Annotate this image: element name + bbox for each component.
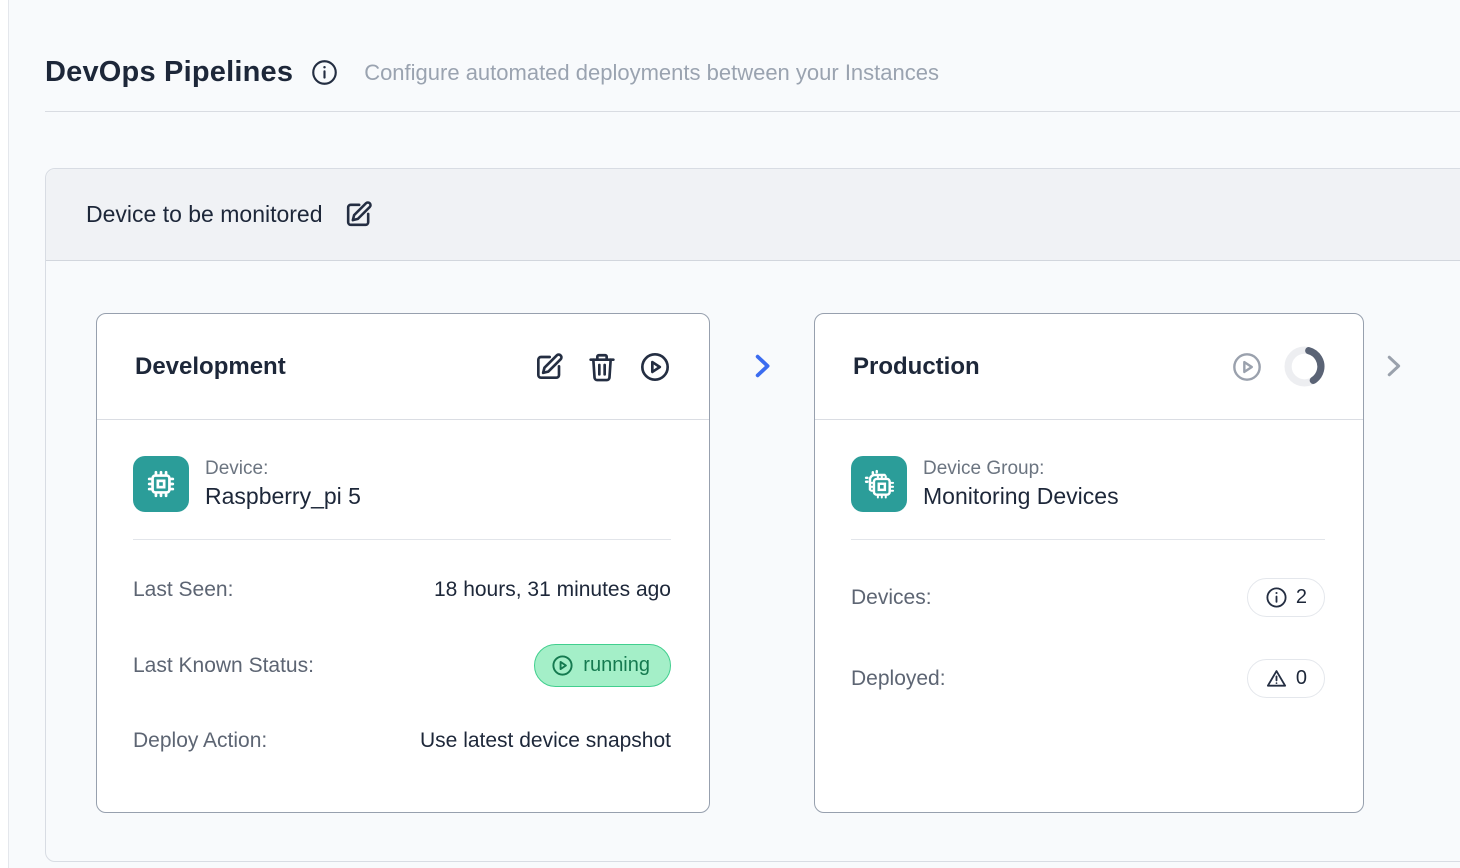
devices-count: 2 — [1296, 586, 1307, 609]
device-label: Device: — [205, 458, 361, 480]
status-label: Last Known Status: — [133, 654, 314, 678]
card-divider — [851, 539, 1325, 540]
play-circle-icon[interactable] — [639, 351, 671, 383]
development-card-body: Device: Raspberry_pi 5 Last Seen: 18 hou… — [97, 420, 709, 753]
warning-triangle-icon — [1265, 667, 1288, 690]
last-seen-row: Last Seen: 18 hours, 31 minutes ago — [133, 578, 671, 602]
pipeline-panel-body: Development — [46, 261, 1460, 813]
pipeline-panel: Device to be monitored Development — [45, 168, 1460, 862]
deploy-action-row: Deploy Action: Use latest device snapsho… — [133, 729, 671, 753]
info-circle-icon — [1265, 586, 1288, 609]
status-badge: running — [534, 644, 671, 687]
devices-label: Devices: — [851, 586, 932, 610]
devices-row: Devices: 2 — [851, 578, 1325, 617]
trash-icon[interactable] — [586, 351, 618, 383]
last-seen-label: Last Seen: — [133, 578, 233, 602]
device-group-info: Device Group: Monitoring Devices — [923, 458, 1119, 510]
edit-square-icon[interactable] — [343, 199, 374, 230]
chip-group-icon — [851, 456, 907, 512]
device-name: Raspberry_pi 5 — [205, 483, 361, 510]
panel-next-arrow[interactable] — [1378, 313, 1408, 419]
device-group-name: Monitoring Devices — [923, 483, 1119, 510]
page: DevOps Pipelines Configure automated dep… — [0, 0, 1460, 868]
edit-square-icon[interactable] — [533, 351, 565, 383]
header-divider — [45, 111, 1460, 112]
chevron-right-blue-icon — [747, 351, 777, 381]
chip-icon — [133, 456, 189, 512]
device-group-label: Device Group: — [923, 458, 1119, 480]
status-value: running — [583, 654, 650, 677]
device-group-row: Device Group: Monitoring Devices — [851, 456, 1325, 512]
deploy-action-value: Use latest device snapshot — [420, 729, 671, 753]
pipeline-flow-arrow — [710, 313, 814, 419]
device-row: Device: Raspberry_pi 5 — [133, 456, 671, 512]
page-header: DevOps Pipelines Configure automated dep… — [9, 0, 1460, 89]
development-actions — [533, 351, 671, 383]
development-card-header: Development — [97, 314, 709, 420]
deployed-count-badge[interactable]: 0 — [1247, 659, 1325, 698]
device-info: Device: Raspberry_pi 5 — [205, 458, 361, 510]
production-card: Production — [814, 313, 1364, 813]
info-circle-icon[interactable] — [311, 59, 338, 86]
production-actions — [1231, 346, 1325, 387]
chevron-right-gray-icon — [1378, 351, 1408, 381]
page-subtitle: Configure automated deployments between … — [364, 60, 939, 86]
deployed-count: 0 — [1296, 667, 1307, 690]
card-divider — [133, 539, 671, 540]
development-card: Development — [96, 313, 710, 813]
devices-count-badge[interactable]: 2 — [1247, 578, 1325, 617]
deployed-label: Deployed: — [851, 667, 946, 691]
last-seen-value: 18 hours, 31 minutes ago — [434, 578, 671, 602]
pipeline-panel-header: Device to be monitored — [46, 169, 1460, 261]
development-title: Development — [135, 353, 286, 381]
play-circle-icon-disabled[interactable] — [1231, 351, 1263, 383]
loading-spinner — [1284, 346, 1325, 387]
page-title: DevOps Pipelines — [45, 56, 293, 89]
play-circle-icon — [551, 654, 574, 677]
pipeline-title: Device to be monitored — [86, 201, 323, 228]
deployed-row: Deployed: 0 — [851, 659, 1325, 698]
content-area: DevOps Pipelines Configure automated dep… — [8, 0, 1460, 868]
production-card-header: Production — [815, 314, 1363, 420]
deploy-action-label: Deploy Action: — [133, 729, 267, 753]
production-card-body: Device Group: Monitoring Devices Devices… — [815, 420, 1363, 698]
status-row: Last Known Status: running — [133, 644, 671, 687]
production-title: Production — [853, 353, 980, 381]
